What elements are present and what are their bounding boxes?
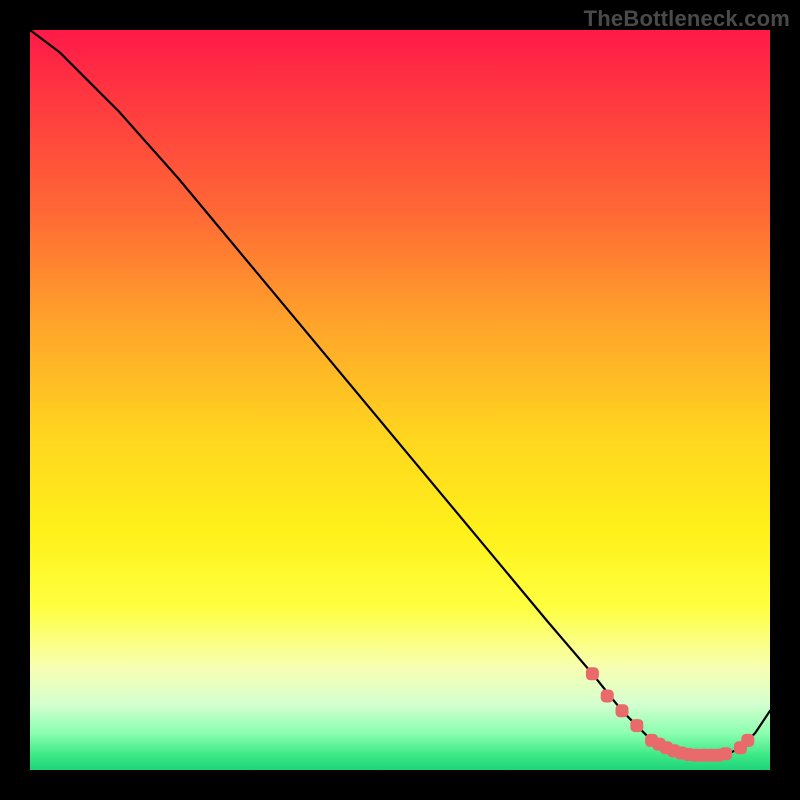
curve-marker	[616, 705, 628, 717]
plot-area	[30, 30, 770, 770]
watermark-text: TheBottleneck.com	[584, 6, 790, 32]
chart-stage: TheBottleneck.com	[0, 0, 800, 800]
curve-marker	[586, 668, 598, 680]
curve-marker	[742, 734, 754, 746]
curve-marker	[601, 690, 613, 702]
curve-marker	[631, 720, 643, 732]
curve-marker	[720, 748, 732, 760]
bottleneck-curve	[30, 30, 770, 755]
marker-group	[586, 668, 753, 761]
curve-svg	[30, 30, 770, 770]
